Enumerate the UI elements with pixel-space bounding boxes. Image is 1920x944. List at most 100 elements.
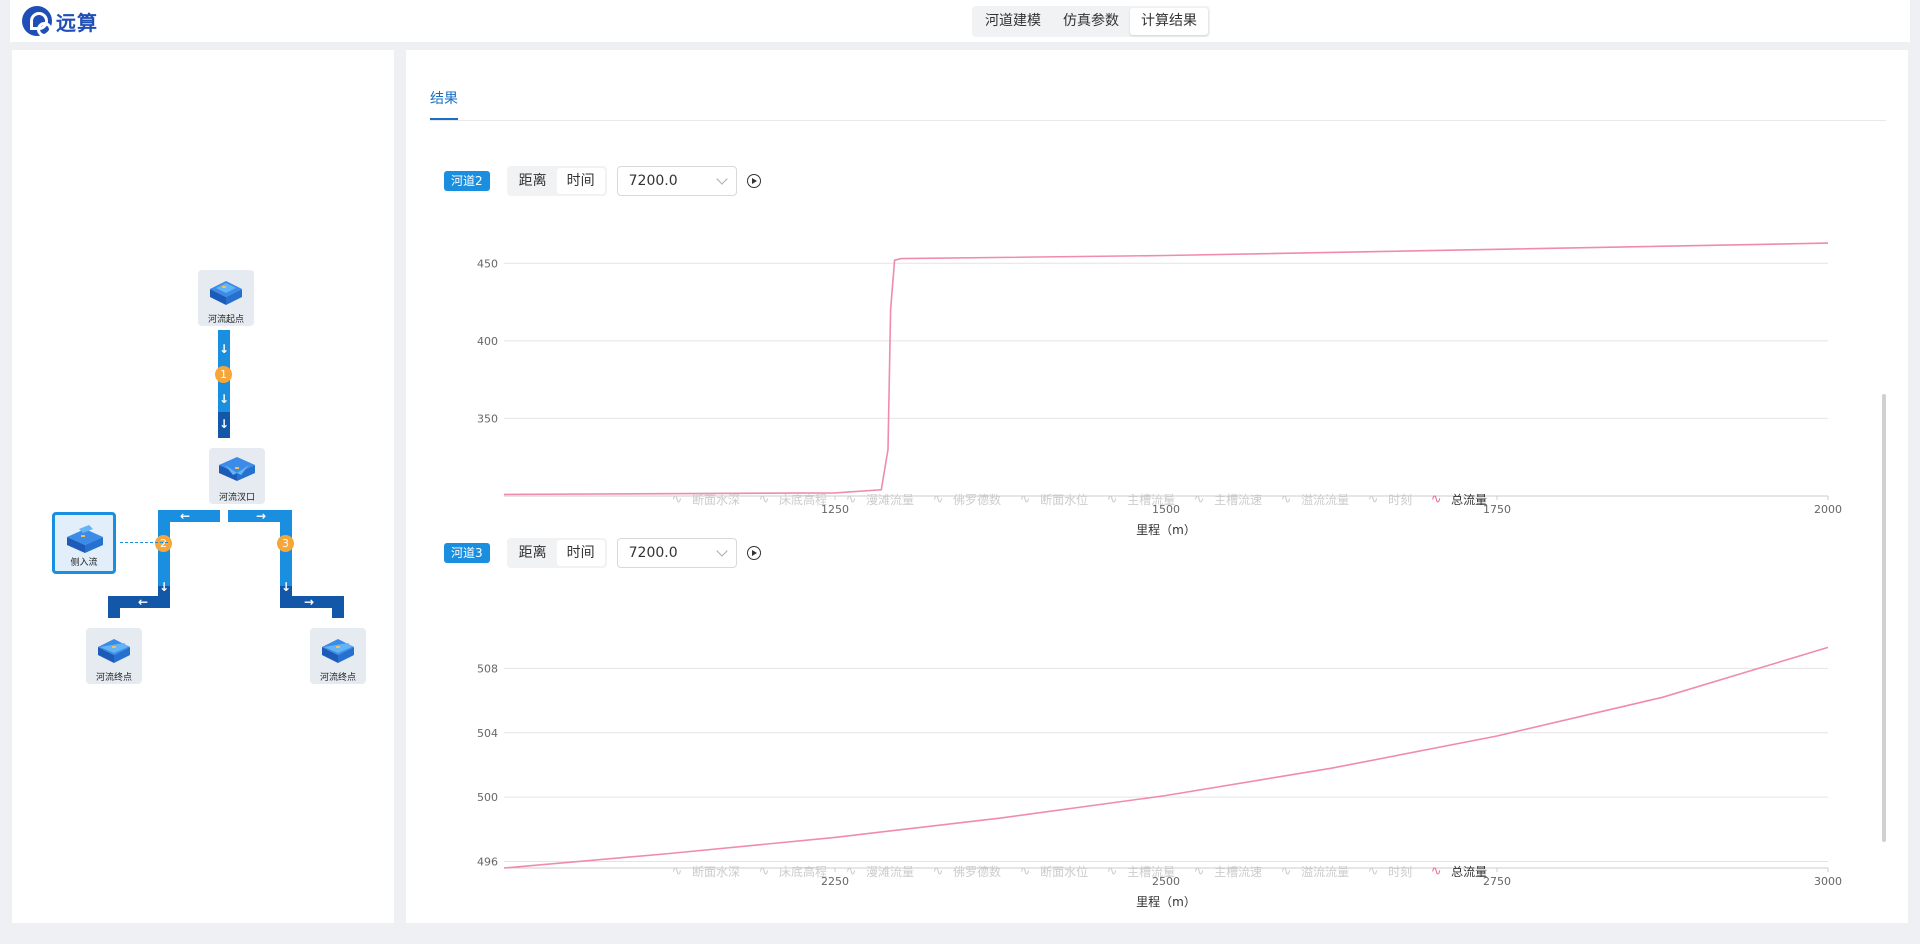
legend-item[interactable]: ∿ 断面水深 — [670, 491, 740, 508]
legend-wave-icon: ∿ — [845, 492, 857, 507]
legend-wave-icon: ∿ — [1280, 864, 1292, 879]
legend-wave-icon: ∿ — [1193, 492, 1205, 507]
tab-divider — [430, 120, 1886, 121]
legend-label: 漫滩流量 — [866, 493, 915, 507]
legend-wave-icon: ∿ — [1106, 492, 1118, 507]
node-river-junction[interactable]: 河流汊口 — [209, 448, 265, 504]
legend-item[interactable]: ∿ 主槽流量 — [1105, 863, 1175, 880]
logo-text: 远算 — [56, 10, 98, 35]
legend-item[interactable]: ∿ 断面水深 — [670, 863, 740, 880]
y-tick-label: 350 — [477, 412, 498, 425]
legend-wave-icon: ∿ — [1430, 492, 1442, 507]
legend-label: 漫滩流量 — [866, 865, 915, 879]
channel-tag: 河道2 — [444, 171, 490, 191]
channel-tag: 河道3 — [444, 543, 490, 563]
legend-wave-icon: ∿ — [1019, 864, 1031, 879]
mode-time-button[interactable]: 时间 — [556, 540, 605, 566]
legend-item[interactable]: ∿ 溢流流量 — [1279, 863, 1349, 880]
flow-arrow-left-icon: ← — [138, 595, 149, 609]
legend-label: 断面水位 — [1040, 493, 1089, 507]
y-tick-label: 496 — [477, 856, 498, 869]
legend-label: 主槽流量 — [1127, 493, 1176, 507]
legend-label: 床底高程 — [779, 865, 828, 879]
flow-arrow-down-icon: ↓ — [219, 417, 230, 431]
legend-item[interactable]: ∿ 断面水位 — [1018, 863, 1088, 880]
x-tick-label: 2000 — [1814, 503, 1842, 516]
river-end-icon — [98, 639, 130, 663]
time-select[interactable]: 7200.0 — [616, 538, 737, 568]
flow-arrow-right-icon: → — [256, 509, 267, 523]
legend-wave-icon: ∿ — [1019, 492, 1031, 507]
legend-item[interactable]: ∿ 溢流流量 — [1279, 491, 1349, 508]
river-segment-3-end[interactable] — [332, 596, 344, 618]
mode-time-button[interactable]: 时间 — [556, 168, 605, 194]
legend-item[interactable]: ∿ 总流量 — [1429, 863, 1487, 880]
node-river-end-left[interactable]: 河流终点 — [86, 628, 142, 684]
chart-controls-2: 河道3 距离 时间 7200.0 — [444, 538, 761, 568]
nav-river-modeling[interactable]: 河道建模 — [974, 8, 1052, 35]
play-icon[interactable] — [746, 174, 761, 188]
y-tick-label: 500 — [477, 791, 498, 804]
chevron-down-icon — [715, 173, 728, 185]
time-select-value: 7200.0 — [628, 545, 678, 561]
series-line — [503, 242, 1829, 496]
legend-item[interactable]: ∿ 漫滩流量 — [844, 491, 914, 508]
river-segment-2-end[interactable] — [108, 596, 120, 618]
flow-arrow-down-icon: ↓ — [159, 580, 170, 594]
time-select[interactable]: 7200.0 — [616, 166, 737, 196]
legend-wave-icon: ∿ — [1193, 864, 1205, 879]
legend-item[interactable]: ∿ 床底高程 — [757, 863, 827, 880]
mode-distance-button[interactable]: 距离 — [509, 168, 557, 194]
app-header: 远算 河道建模 仿真参数 计算结果 — [10, 0, 1910, 42]
legend-label: 断面水深 — [692, 493, 741, 507]
y-tick-label: 508 — [477, 662, 498, 675]
legend-label: 时刻 — [1388, 493, 1413, 507]
legend-label: 溢流流量 — [1301, 493, 1350, 507]
legend-wave-icon: ∿ — [1367, 492, 1379, 507]
legend-wave-icon: ∿ — [1430, 864, 1442, 879]
chevron-down-icon — [715, 545, 728, 557]
legend-item[interactable]: ∿ 漫滩流量 — [844, 863, 914, 880]
legend-item[interactable]: ∿ 时刻 — [1366, 863, 1412, 880]
legend-item[interactable]: ∿ 主槽流量 — [1105, 491, 1175, 508]
axis-mode-toggle: 距离 时间 — [506, 538, 607, 568]
app-logo[interactable]: 远算 — [22, 6, 98, 37]
legend-label: 断面水深 — [692, 865, 741, 879]
lateral-inflow-icon — [67, 525, 103, 553]
y-tick-label: 400 — [477, 335, 498, 348]
x-axis-label: 里程（m） — [1136, 522, 1196, 537]
node-label: 侧入流 — [70, 558, 98, 568]
inflow-connector — [120, 542, 168, 543]
nav-calculation-results[interactable]: 计算结果 — [1130, 8, 1208, 35]
play-icon[interactable] — [746, 546, 761, 560]
legend-label: 佛罗德数 — [953, 865, 1002, 879]
legend-item[interactable]: ∿ 主槽流速 — [1192, 491, 1262, 508]
segment-badge-3[interactable]: 3 — [277, 535, 294, 552]
river-end-icon — [322, 639, 354, 663]
flow-arrow-down-icon: ↓ — [281, 580, 292, 594]
legend-item[interactable]: ∿ 佛罗德数 — [931, 863, 1001, 880]
legend-label: 主槽流速 — [1214, 493, 1263, 507]
segment-badge-2[interactable]: 2 — [155, 535, 172, 552]
legend-item[interactable]: ∿ 总流量 — [1429, 491, 1487, 508]
tab-results[interactable]: 结果 — [430, 88, 458, 120]
legend-wave-icon: ∿ — [1106, 864, 1118, 879]
logo-icon — [22, 6, 52, 37]
nav-simulation-params[interactable]: 仿真参数 — [1052, 8, 1130, 35]
node-lateral-inflow[interactable]: 侧入流 — [52, 512, 116, 574]
segment-badge-1[interactable]: 1 — [215, 366, 232, 383]
legend-item[interactable]: ∿ 床底高程 — [757, 491, 827, 508]
node-label: 河流起点 — [207, 315, 244, 325]
legend-item[interactable]: ∿ 断面水位 — [1018, 491, 1088, 508]
node-river-end-right[interactable]: 河流终点 — [310, 628, 366, 684]
node-river-source[interactable]: 河流起点 — [198, 270, 254, 326]
legend-wave-icon: ∿ — [845, 864, 857, 879]
mode-distance-button[interactable]: 距离 — [509, 540, 557, 566]
results-scrollbar[interactable] — [1882, 394, 1886, 842]
legend-label: 总流量 — [1451, 865, 1488, 879]
node-label: 河流终点 — [319, 673, 356, 683]
legend-wave-icon: ∿ — [758, 492, 770, 507]
legend-item[interactable]: ∿ 佛罗德数 — [931, 491, 1001, 508]
legend-item[interactable]: ∿ 时刻 — [1366, 491, 1412, 508]
legend-item[interactable]: ∿ 主槽流速 — [1192, 863, 1262, 880]
